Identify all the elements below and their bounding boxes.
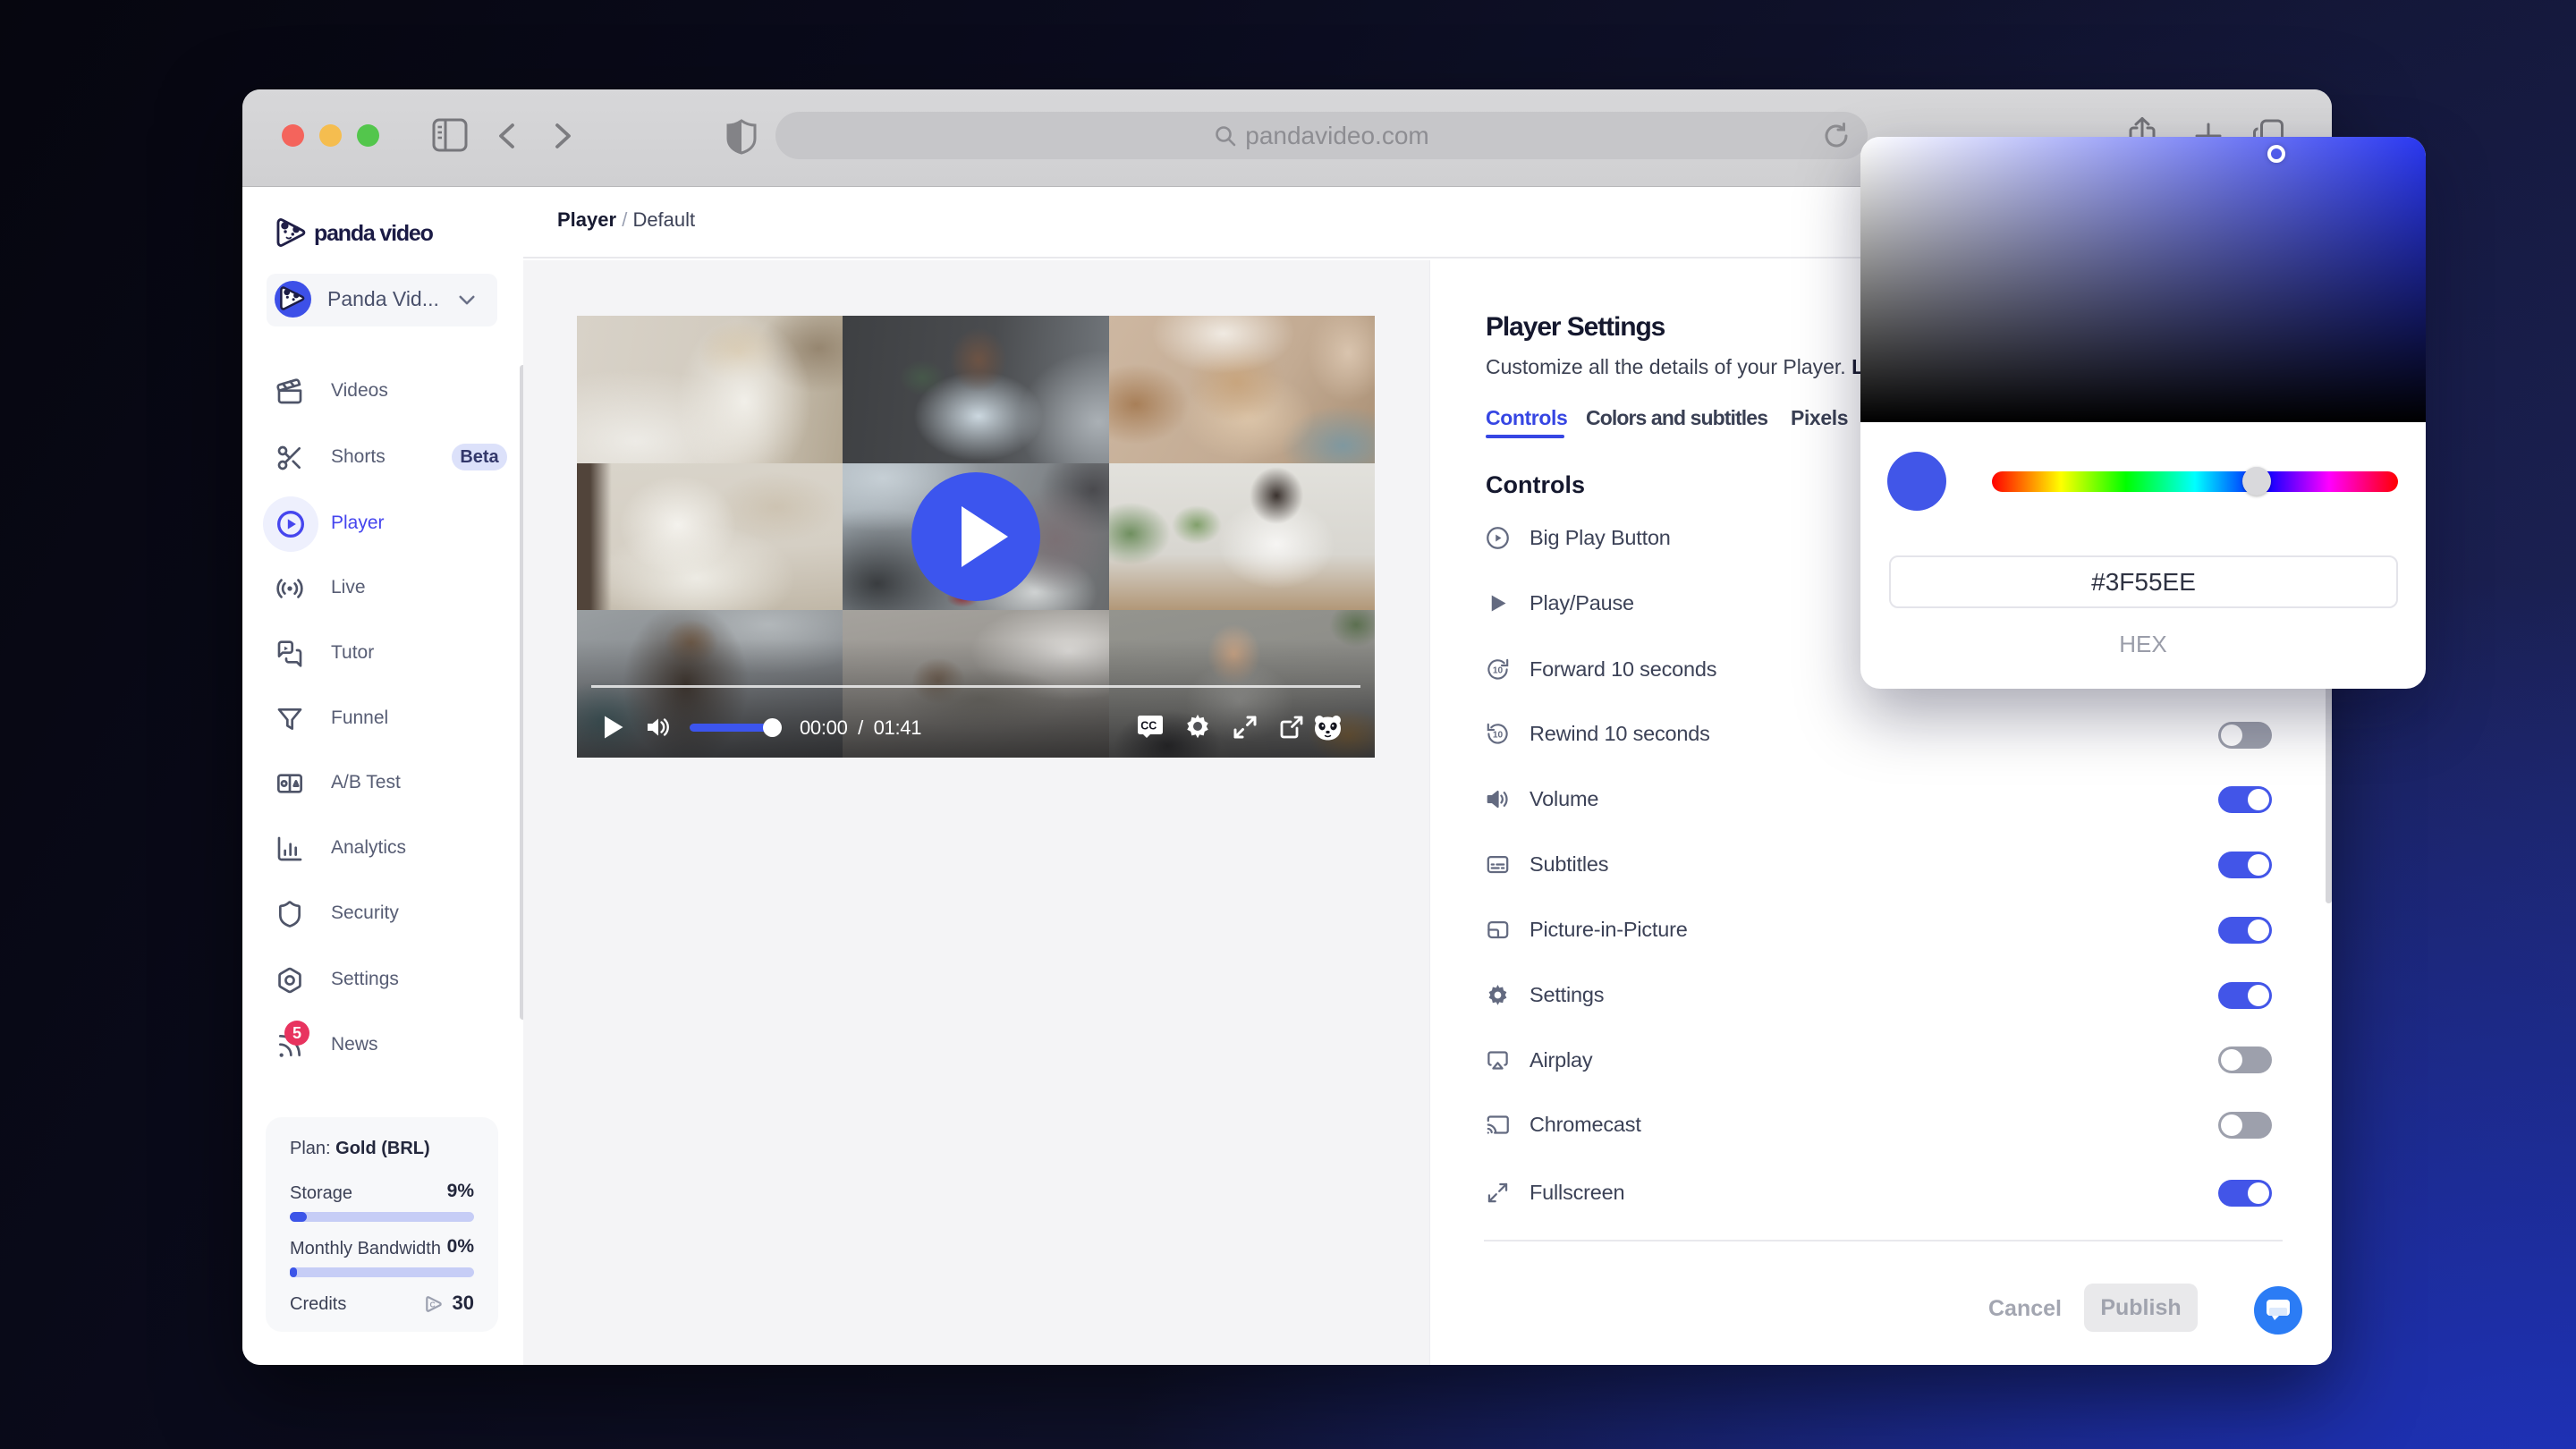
svg-text:C: C: [430, 1301, 436, 1309]
svg-text:10: 10: [1493, 665, 1504, 675]
svg-text:CC: CC: [1140, 720, 1157, 733]
svg-text:10: 10: [1493, 730, 1504, 740]
